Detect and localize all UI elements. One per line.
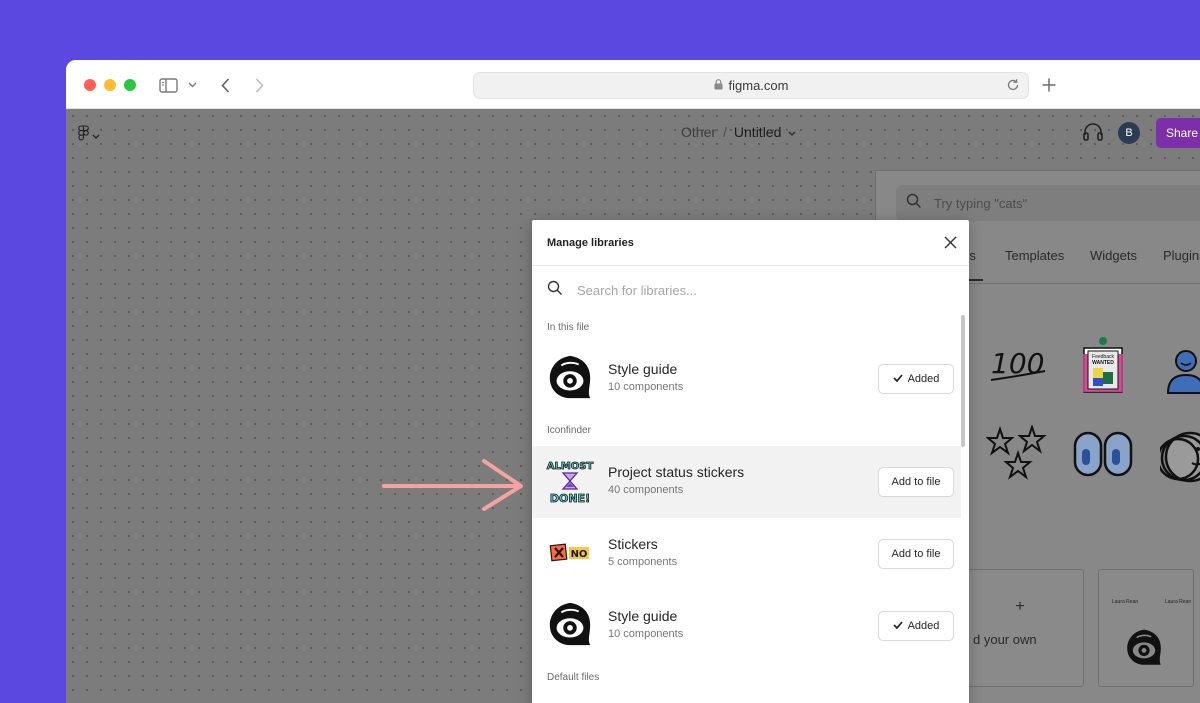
iconfinder-logo-icon bbox=[1124, 628, 1164, 673]
back-icon[interactable] bbox=[218, 74, 232, 96]
thumb-text-2: Laura Rean bbox=[1165, 599, 1192, 605]
section-iconfinder: Iconfinder bbox=[547, 425, 591, 436]
almost-text: ALMOST bbox=[547, 461, 594, 472]
breadcrumb-separator: / bbox=[723, 124, 727, 140]
new-tab-icon[interactable] bbox=[1040, 74, 1058, 96]
no-text: NO bbox=[571, 549, 588, 560]
url-text: figma.com bbox=[728, 78, 789, 93]
person-sticker[interactable] bbox=[1165, 347, 1200, 400]
add-your-own-label: d your own bbox=[973, 632, 1037, 647]
figma-top-bar: Other / Untitled B Share bbox=[66, 109, 1200, 157]
moon-sticker[interactable] bbox=[1156, 427, 1200, 492]
almost-done-sticker-icon: ALMOST DONE! bbox=[545, 456, 595, 506]
eyes-sticker[interactable] bbox=[1072, 429, 1134, 484]
add-to-file-button[interactable]: Add to file bbox=[878, 539, 954, 569]
modal-scrollbar[interactable] bbox=[961, 315, 965, 447]
minimize-window-button[interactable] bbox=[104, 79, 116, 91]
close-icon[interactable] bbox=[944, 236, 957, 254]
tab-plugins[interactable]: Plugins bbox=[1163, 248, 1200, 263]
checkmark-icon bbox=[892, 373, 903, 385]
avatar[interactable]: B bbox=[1118, 122, 1140, 144]
resources-search-input[interactable]: Try typing "cats" bbox=[896, 185, 1200, 221]
add-your-own-card[interactable]: + d your own bbox=[956, 569, 1084, 687]
library-count: 40 components bbox=[608, 484, 684, 496]
search-icon bbox=[906, 193, 922, 214]
library-row-stickers[interactable]: NO Stickers 5 components Add to file bbox=[532, 518, 961, 590]
add-to-file-button[interactable]: Add to file bbox=[878, 467, 954, 497]
sidebar-toggle-icon[interactable] bbox=[158, 74, 178, 96]
search-icon bbox=[547, 280, 563, 301]
library-search bbox=[532, 267, 969, 313]
close-window-button[interactable] bbox=[84, 79, 96, 91]
feedback-line2: WANTED bbox=[1092, 360, 1114, 366]
modal-title: Manage libraries bbox=[547, 237, 634, 249]
share-button[interactable]: Share bbox=[1156, 118, 1200, 148]
library-name: Style guide bbox=[608, 361, 678, 377]
breadcrumb-project[interactable]: Other bbox=[681, 124, 716, 140]
browser-toolbar: figma.com bbox=[66, 60, 1200, 109]
breadcrumb: Other / Untitled bbox=[681, 124, 796, 140]
main-menu-button[interactable] bbox=[78, 125, 100, 146]
feedback-wanted-sticker[interactable]: Feedback WANTED bbox=[1079, 336, 1127, 401]
annotation-arrow-icon bbox=[381, 455, 527, 520]
tab-templates[interactable]: Templates bbox=[1005, 248, 1064, 263]
hundred-sticker[interactable]: 100 bbox=[989, 343, 1049, 388]
maximize-window-button[interactable] bbox=[124, 79, 136, 91]
file-name[interactable]: Untitled bbox=[734, 124, 781, 140]
checkmark-icon bbox=[892, 620, 903, 632]
reload-icon[interactable] bbox=[1006, 78, 1020, 95]
section-in-this-file: In this file bbox=[547, 322, 590, 333]
added-button-label: Added bbox=[907, 620, 940, 632]
thumb-text-1: Laura Rean bbox=[1112, 599, 1139, 605]
library-search-input[interactable] bbox=[577, 282, 907, 298]
iconfinder-logo-icon bbox=[545, 353, 595, 403]
tab-widgets[interactable]: Widgets bbox=[1090, 248, 1137, 263]
headset-icon[interactable] bbox=[1082, 122, 1104, 147]
chevron-down-icon[interactable] bbox=[788, 124, 796, 140]
added-button-label: Added bbox=[907, 373, 940, 385]
library-name: Stickers bbox=[608, 536, 658, 552]
library-name: Project status stickers bbox=[608, 464, 745, 480]
library-row-style-guide[interactable]: Style guide 10 components Added bbox=[532, 590, 961, 662]
x-no-sticker-icon: NO bbox=[545, 528, 595, 578]
forward-icon[interactable] bbox=[252, 74, 266, 96]
address-bar[interactable]: figma.com bbox=[473, 72, 1029, 99]
chevron-down-icon bbox=[92, 127, 100, 145]
add-plus-icon: + bbox=[1015, 598, 1025, 615]
iconfinder-logo-icon bbox=[545, 600, 595, 650]
added-button[interactable]: Added bbox=[878, 611, 954, 641]
library-count: 10 components bbox=[608, 628, 684, 640]
done-text: DONE! bbox=[550, 492, 590, 505]
figma-logo-icon bbox=[78, 125, 89, 146]
library-name: Style guide bbox=[608, 608, 678, 624]
modal-header: Manage libraries bbox=[532, 220, 969, 266]
added-button[interactable]: Added bbox=[878, 364, 954, 394]
section-default-files: Default files bbox=[547, 672, 600, 683]
library-row-project-status-stickers[interactable]: ALMOST DONE! Project status stickers 40 c… bbox=[532, 446, 961, 518]
resources-search-placeholder: Try typing "cats" bbox=[934, 195, 1028, 211]
manage-libraries-modal: Manage libraries In this file Style guid… bbox=[532, 220, 969, 703]
library-count: 5 components bbox=[608, 556, 678, 568]
library-thumbnail-card[interactable]: Laura Rean Laura Rean bbox=[1098, 569, 1194, 687]
lock-icon bbox=[714, 78, 723, 93]
library-row-style-guide[interactable]: Style guide 10 components Added bbox=[532, 343, 961, 415]
library-count: 10 components bbox=[608, 381, 684, 393]
chevron-down-icon[interactable] bbox=[186, 74, 198, 96]
stars-sticker[interactable] bbox=[985, 423, 1052, 490]
